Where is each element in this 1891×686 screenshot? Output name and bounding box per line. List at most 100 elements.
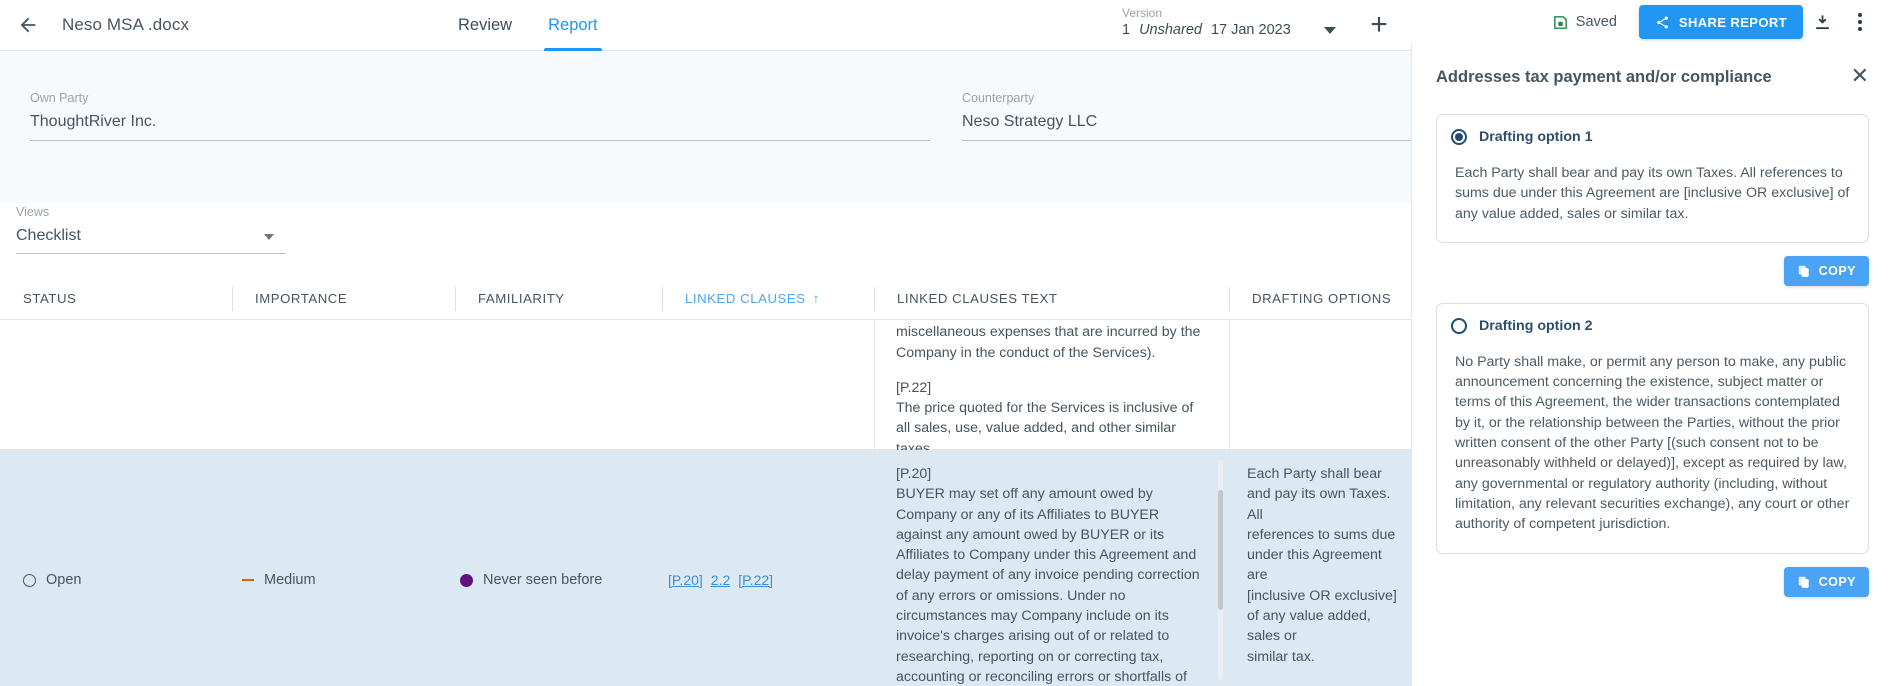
views-label: Views: [16, 205, 50, 219]
linked-clauses-text-cell: [P.20] BUYER may set off any amount owed…: [874, 450, 1229, 686]
row-values: Open Medium Never seen before [P.20] 2.2…: [0, 450, 874, 686]
table-row[interactable]: entertainment expenses, and other miscel…: [0, 320, 1411, 457]
copy-option-1-button[interactable]: COPY: [1783, 255, 1869, 286]
save-disk-icon: [1553, 15, 1567, 29]
clause-paragraph: [P.22] The price quoted for the Services…: [896, 379, 1194, 457]
tab-review[interactable]: Review: [440, 0, 530, 51]
column-header-linked-clauses[interactable]: LINKED CLAUSES ↑: [662, 286, 874, 311]
row-values-cell: Open Medium Never seen before [P.20] 2.2…: [0, 450, 874, 686]
column-header-linked-clauses-text[interactable]: LINKED CLAUSES TEXT: [874, 286, 1229, 311]
column-header-familiarity[interactable]: FAMILIARITY: [455, 286, 662, 311]
saved-status: Saved: [1552, 14, 1617, 31]
app-root: Neso MSA .docx Review Report Version 1 U…: [0, 0, 1891, 686]
share-report-button[interactable]: SHARE REPORT: [1638, 5, 1803, 39]
radio-button-option-1[interactable]: [1451, 129, 1467, 145]
views-selector: Views Checklist: [16, 205, 286, 254]
drafting-option-label: Drafting option 2: [1479, 317, 1593, 334]
status-label: Open: [46, 572, 82, 588]
linked-clause-link[interactable]: [P.22]: [738, 572, 773, 588]
sort-ascending-icon: ↑: [812, 291, 820, 306]
importance-value[interactable]: Medium: [242, 572, 316, 588]
clause-text: entertainment expenses, and other miscel…: [874, 320, 1229, 459]
add-version-button[interactable]: +: [1362, 8, 1396, 42]
own-party-input[interactable]: ThoughtRiver Inc.: [30, 113, 930, 141]
status-value[interactable]: Open: [23, 572, 81, 588]
version-number: 1: [1122, 22, 1131, 38]
drafting-option-label: Drafting option 1: [1479, 129, 1593, 145]
saved-label: Saved: [1575, 14, 1617, 30]
table-row[interactable]: Open Medium Never seen before [P.20] 2.2…: [0, 450, 1411, 686]
importance-label: Medium: [264, 572, 316, 588]
column-label: DRAFTING OPTIONS: [1252, 291, 1392, 306]
copy-icon: [1798, 576, 1809, 588]
kebab-menu-icon: [1858, 13, 1862, 31]
checklist-table: STATUS IMPORTANCE FAMILIARITY LINKED CLA…: [0, 278, 1411, 686]
drafting-option-2-wrap: Drafting option 2 No Party shall make, o…: [1412, 302, 1891, 597]
radio-button-option-2[interactable]: [1451, 317, 1467, 334]
share-icon: [1657, 16, 1668, 28]
linked-clauses-text-cell: entertainment expenses, and other miscel…: [874, 320, 1229, 457]
column-label: IMPORTANCE: [255, 291, 348, 306]
drafting-option-header: Drafting option 1: [1451, 129, 1850, 145]
drafting-options-cell[interactable]: Each Party shall bear and pay its own Ta…: [1229, 450, 1411, 686]
table-header-row: STATUS IMPORTANCE FAMILIARITY LINKED CLA…: [0, 278, 1411, 320]
column-header-status[interactable]: STATUS: [0, 287, 232, 311]
version-selector[interactable]: Version 1 Unshared 17 Jan 2023: [1122, 5, 1342, 38]
scrollbar-thumb[interactable]: [1218, 490, 1223, 610]
arrow-left-icon: [20, 17, 36, 33]
familiarity-value[interactable]: Never seen before: [460, 572, 602, 588]
drafting-preview-text: Each Party shall bear and pay its own Ta…: [1247, 466, 1397, 665]
counterparty-input[interactable]: Neso Strategy LLC: [962, 113, 1411, 141]
tab-report[interactable]: Report: [530, 0, 616, 51]
column-label: LINKED CLAUSES TEXT: [897, 291, 1058, 306]
own-party-field: Own Party ThoughtRiver Inc.: [30, 91, 930, 141]
download-icon: [1815, 14, 1829, 29]
linked-clause-link[interactable]: [P.20]: [668, 572, 703, 588]
familiarity-label: Never seen before: [483, 572, 603, 588]
copy-label: COPY: [1818, 574, 1856, 589]
clause-text: [P.20] BUYER may set off any amount owed…: [874, 464, 1229, 686]
clause-paragraph: entertainment expenses, and other miscel…: [896, 324, 1201, 361]
drafting-option-text: Each Party shall bear and pay its own Ta…: [1455, 165, 1850, 222]
column-label: STATUS: [23, 291, 77, 306]
views-dropdown[interactable]: Checklist: [16, 227, 286, 254]
close-icon[interactable]: ✕: [1851, 65, 1869, 87]
column-header-importance[interactable]: IMPORTANCE: [232, 286, 455, 311]
top-bar: Neso MSA .docx Review Report Version 1 U…: [0, 0, 1411, 51]
parties-section: Own Party ThoughtRiver Inc. Counterparty…: [0, 51, 1411, 203]
copy-label: COPY: [1818, 263, 1856, 278]
report-actions-bar: Saved SHARE REPORT: [1411, 0, 1891, 44]
column-header-drafting-options[interactable]: DRAFTING OPTIONS: [1229, 286, 1411, 311]
chevron-down-icon: [264, 234, 274, 240]
own-party-label: Own Party: [30, 91, 89, 105]
chevron-down-icon[interactable]: [1324, 27, 1336, 34]
copy-row: COPY: [1412, 554, 1891, 597]
panel-title: Addresses tax payment and/or compliance: [1436, 68, 1772, 86]
drafting-options-panel: Addresses tax payment and/or compliance …: [1411, 44, 1891, 686]
copy-icon: [1798, 265, 1809, 277]
copy-option-2-button[interactable]: COPY: [1783, 566, 1869, 597]
open-circle-icon: [23, 573, 36, 587]
version-row: 1 Unshared 17 Jan 2023: [1122, 22, 1342, 38]
download-button[interactable]: [1803, 3, 1841, 41]
drafting-option-header: Drafting option 2: [1451, 317, 1850, 334]
drafting-option-card[interactable]: Drafting option 2 No Party shall make, o…: [1436, 302, 1869, 554]
drafting-option-card[interactable]: Drafting option 1 Each Party shall bear …: [1436, 114, 1869, 243]
view-tabs: Review Report: [440, 0, 616, 51]
linked-clause-link[interactable]: 2.2: [711, 572, 730, 588]
views-selected-value: Checklist: [16, 227, 81, 244]
version-shared-state: Unshared: [1139, 22, 1202, 38]
counterparty-label: Counterparty: [962, 91, 1035, 105]
never-seen-dot-icon: [460, 573, 473, 587]
back-button[interactable]: [8, 5, 48, 45]
panel-header: Addresses tax payment and/or compliance …: [1412, 44, 1891, 88]
version-label: Version: [1122, 6, 1163, 20]
clause-paragraph: [P.20] BUYER may set off any amount owed…: [896, 466, 1200, 685]
more-options-button[interactable]: [1841, 3, 1879, 41]
document-title: Neso MSA .docx: [62, 15, 190, 34]
drafting-options-cell: [1229, 320, 1411, 449]
drafting-option-text: No Party shall make, or permit any perso…: [1455, 353, 1850, 533]
copy-row: COPY: [1412, 243, 1891, 286]
row-values-cell: [0, 320, 874, 449]
share-report-label: SHARE REPORT: [1678, 14, 1787, 30]
